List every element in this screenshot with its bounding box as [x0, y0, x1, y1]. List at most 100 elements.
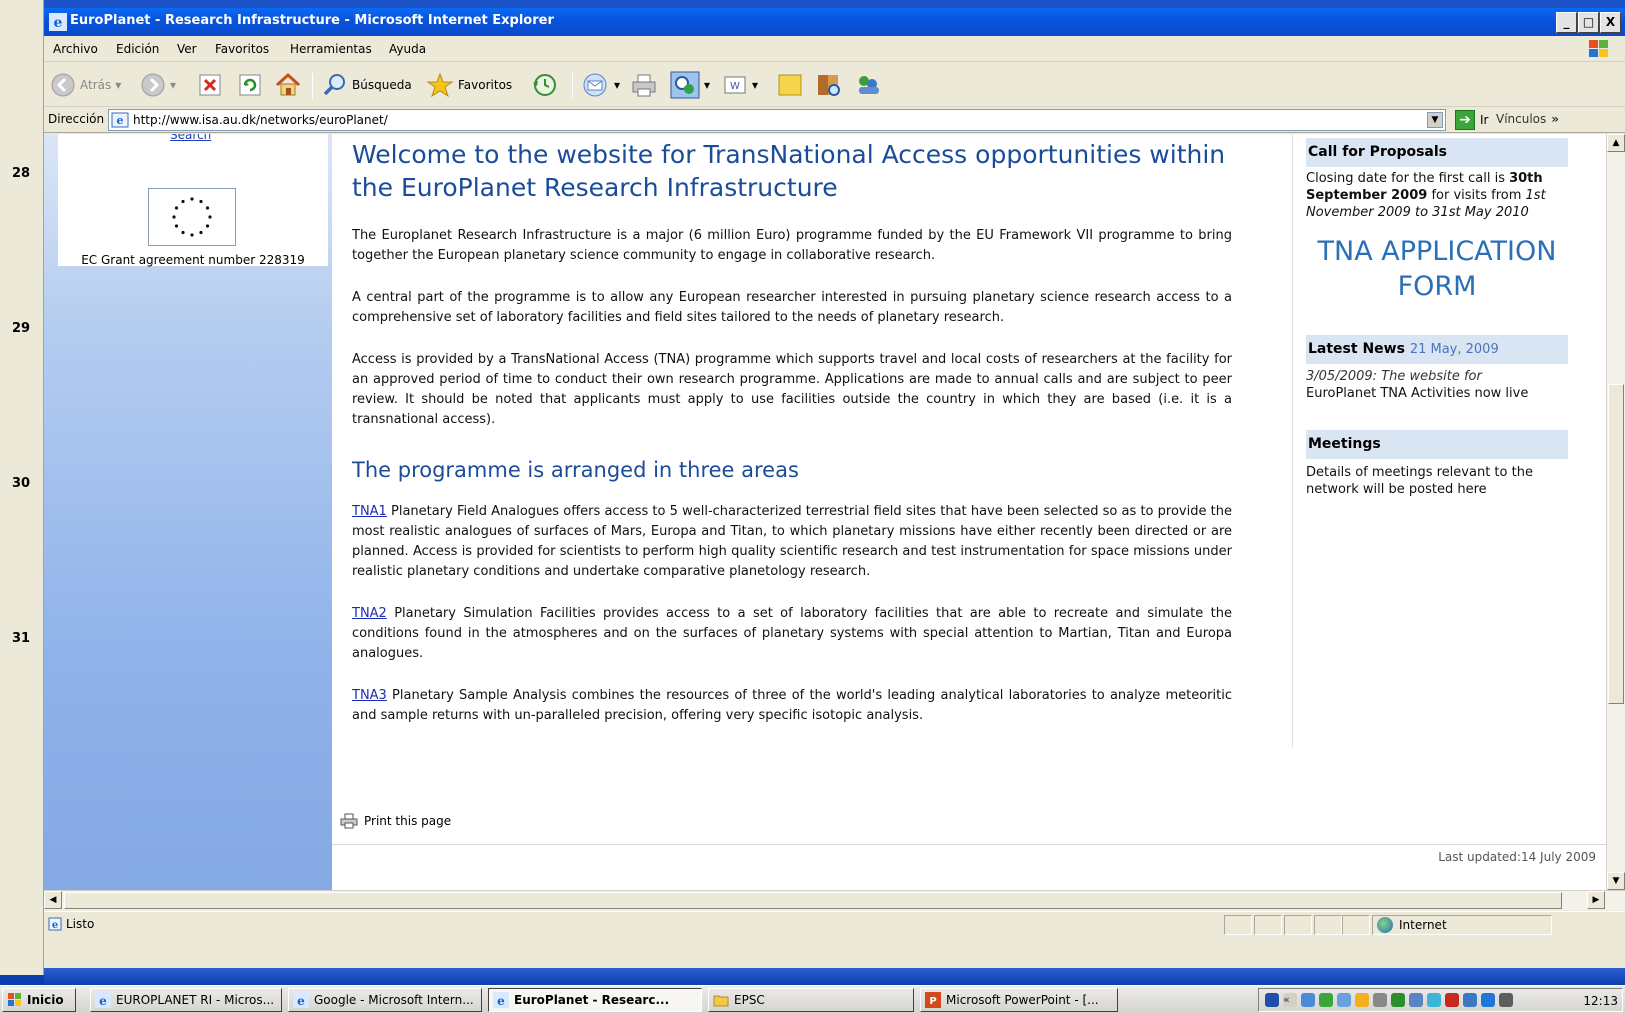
tray-language-icon[interactable]	[1265, 993, 1279, 1007]
back-button[interactable]: Atrás ▾	[50, 71, 121, 99]
history-button[interactable]	[530, 71, 558, 99]
messenger-people-button[interactable]	[854, 71, 882, 99]
note-button[interactable]	[776, 71, 804, 99]
print-page-link[interactable]: Print this page	[340, 813, 451, 829]
page-viewport: Search EC Grant agreement number 228319 …	[44, 134, 1606, 890]
task-label: EUROPLANET RI - Micros...	[116, 993, 275, 1007]
ie-logo-icon: e	[49, 13, 67, 31]
ie-window: e EuroPlanet - Research Infrastructure -…	[44, 8, 1625, 968]
ec-grant-caption: EC Grant agreement number 228319	[81, 253, 305, 267]
menu-help[interactable]: Ayuda	[389, 42, 426, 56]
scroll-left-button[interactable]: ◀	[44, 891, 62, 909]
horizontal-scrollbar[interactable]: ◀ ▶	[44, 890, 1625, 910]
clock[interactable]: 12:13	[1583, 994, 1618, 1008]
scroll-right-button[interactable]: ▶	[1587, 891, 1605, 909]
toolbar-separator	[312, 73, 313, 99]
horizontal-scroll-thumb[interactable]	[64, 892, 1562, 909]
powerpoint-icon: P	[925, 992, 941, 1008]
slide-number[interactable]: 28	[12, 166, 30, 181]
tray-alert-icon[interactable]	[1445, 993, 1459, 1007]
tray-messenger-icon[interactable]	[1427, 993, 1441, 1007]
security-zone[interactable]: Internet	[1372, 915, 1552, 935]
tna2-paragraph: TNA2 Planetary Simulation Facilities pro…	[352, 604, 1232, 664]
slide-number[interactable]: 29	[12, 321, 30, 336]
task-label: Google - Microsoft Intern...	[314, 993, 474, 1007]
taskbar-item-europlanet-ri[interactable]: e EUROPLANET RI - Micros...	[90, 988, 282, 1012]
tna-application-form-link[interactable]: TNA APPLICATION FORM	[1306, 234, 1568, 304]
edit-button[interactable]: W ▾	[722, 71, 758, 99]
powerpoint-slide-pane: 28 29 30 31	[0, 0, 44, 975]
eu-stars-icon	[172, 197, 212, 237]
address-input[interactable]: e http://www.isa.au.dk/networks/euroPlan…	[108, 109, 1446, 131]
windows-start-icon	[8, 993, 21, 1006]
tray-network-icon[interactable]	[1301, 993, 1315, 1007]
tray-antivirus-icon[interactable]	[1319, 993, 1333, 1007]
menu-file[interactable]: Archivo	[53, 42, 98, 56]
scroll-up-button[interactable]: ▲	[1607, 134, 1625, 152]
tray-connection-icon[interactable]	[1409, 993, 1423, 1007]
status-panel	[1224, 915, 1252, 935]
menu-edit[interactable]: Edición	[116, 42, 159, 56]
menu-favorites[interactable]: Favoritos	[215, 42, 269, 56]
page-title: Welcome to the website for TransNational…	[352, 140, 1226, 202]
research-button[interactable]	[814, 71, 842, 99]
address-dropdown-button[interactable]: ▼	[1427, 112, 1443, 128]
eu-flag-logo	[148, 188, 236, 246]
search-link[interactable]: Search	[170, 134, 211, 142]
start-button[interactable]: Inicio	[2, 988, 76, 1012]
tray-shield-icon[interactable]	[1463, 993, 1477, 1007]
taskbar-item-europlanet-research[interactable]: e EuroPlanet - Researc...	[488, 988, 702, 1012]
go-button[interactable]: ➔ Ir	[1455, 110, 1488, 130]
refresh-button[interactable]	[238, 71, 262, 99]
tna3-paragraph: TNA3 Planetary Sample Analysis combines …	[352, 686, 1232, 726]
standard-toolbar: Atrás ▾ ▾ Búsqueda Favoritos ▾ ▾ W ▾	[44, 63, 1625, 107]
svg-text:W: W	[730, 81, 740, 92]
maximize-button[interactable]: □	[1578, 12, 1599, 33]
tray-sync-icon[interactable]	[1337, 993, 1351, 1007]
scroll-down-button[interactable]: ▼	[1607, 872, 1625, 890]
taskbar-item-powerpoint[interactable]: P Microsoft PowerPoint - [...	[920, 988, 1118, 1012]
favorites-button[interactable]: Favoritos	[426, 71, 512, 99]
links-toolbar[interactable]: Vínculos »	[1496, 112, 1559, 126]
tna1-link[interactable]: TNA1	[352, 504, 387, 519]
messenger-icon	[670, 71, 700, 99]
section-heading: The programme is arranged in three areas	[352, 458, 799, 482]
chevron-down-icon: ▾	[704, 78, 711, 92]
tna3-link[interactable]: TNA3	[352, 688, 387, 703]
chevron-down-icon: ▾	[115, 78, 122, 92]
folder-icon	[713, 995, 729, 1007]
vertical-scroll-thumb[interactable]	[1608, 384, 1624, 704]
mail-button[interactable]: ▾	[582, 71, 620, 99]
close-button[interactable]: X	[1600, 12, 1621, 33]
home-button[interactable]	[274, 71, 302, 99]
go-arrow-icon: ➔	[1455, 110, 1475, 130]
slide-number[interactable]: 31	[12, 631, 30, 646]
print-button[interactable]	[630, 71, 658, 99]
menu-view[interactable]: Ver	[177, 42, 197, 56]
ie-icon: e	[293, 992, 309, 1008]
vertical-scrollbar[interactable]: ▲ ▼	[1606, 134, 1625, 890]
ie-icon: e	[493, 992, 509, 1008]
menu-tools[interactable]: Herramientas	[290, 42, 372, 56]
chevron-down-icon: ▾	[614, 78, 621, 92]
tray-expand-icon[interactable]: «	[1283, 993, 1297, 1007]
tray-volume-icon[interactable]	[1373, 993, 1387, 1007]
stop-button[interactable]	[198, 71, 222, 99]
forward-button[interactable]: ▾	[140, 71, 176, 99]
taskbar-item-epsc[interactable]: EPSC	[708, 988, 914, 1012]
status-panel	[1284, 915, 1312, 935]
messenger-button[interactable]: ▾	[670, 71, 710, 99]
people-icon	[859, 76, 879, 94]
search-button[interactable]: Búsqueda	[322, 71, 412, 99]
taskbar-item-google[interactable]: e Google - Microsoft Intern...	[288, 988, 482, 1012]
tray-app-icon[interactable]	[1391, 993, 1405, 1007]
address-label: Dirección	[48, 112, 105, 126]
minimize-button[interactable]: _	[1556, 12, 1577, 33]
latest-news-label: Latest News	[1308, 341, 1405, 357]
slide-number[interactable]: 30	[12, 476, 30, 491]
title-bar[interactable]: e EuroPlanet - Research Infrastructure -…	[44, 8, 1625, 36]
tray-display-icon[interactable]	[1481, 993, 1495, 1007]
tray-security-icon[interactable]	[1355, 993, 1369, 1007]
tray-device-icon[interactable]	[1499, 993, 1513, 1007]
tna2-link[interactable]: TNA2	[352, 606, 387, 621]
